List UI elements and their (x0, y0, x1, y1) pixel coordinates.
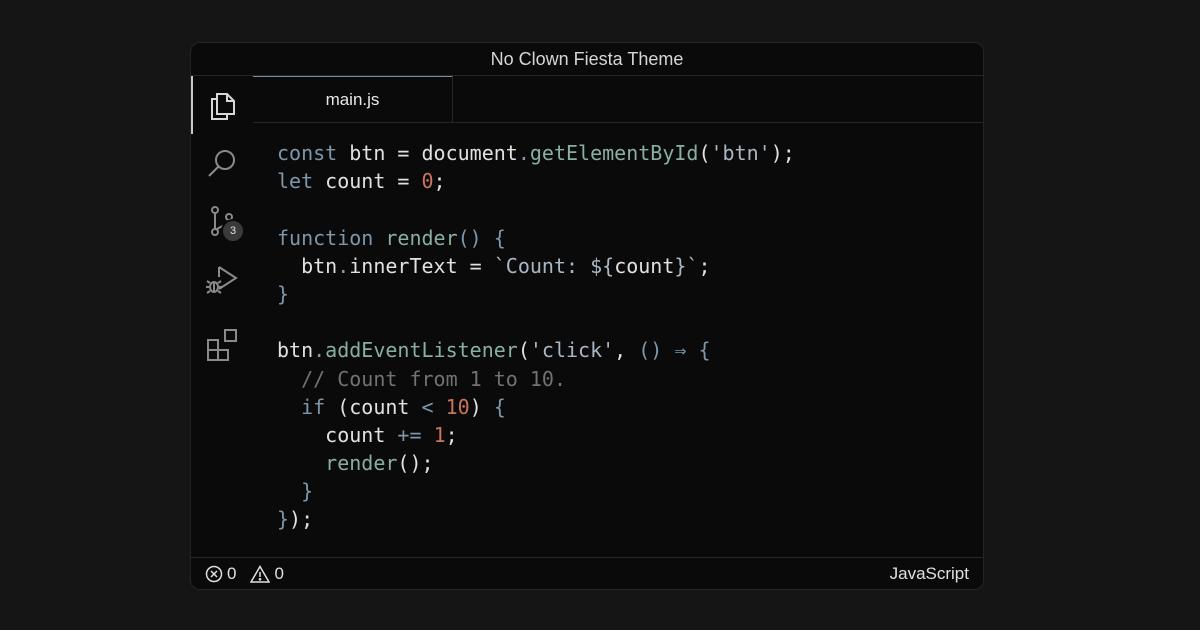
code-line: btn.addEventListener('click', () ⇒ { (277, 336, 795, 364)
code-token: btn = document (337, 141, 518, 165)
code-token: btn (277, 253, 338, 278)
code-token: count = (313, 169, 422, 194)
code-token: let (277, 169, 314, 194)
code-token: 10 (445, 394, 470, 419)
error-icon (205, 565, 223, 583)
activity-bar: 3 (191, 76, 253, 558)
code-token: 1 (433, 422, 446, 447)
code-token: count (277, 422, 398, 447)
code-token: 'btn' (710, 141, 771, 165)
activity-run-debug[interactable] (191, 250, 253, 308)
code-line: count += 1; (277, 421, 795, 449)
code-token: innerText = (349, 253, 494, 278)
code-line: render(); (277, 449, 795, 477)
code-token: () { (457, 225, 506, 250)
code-token: { (493, 394, 506, 419)
code-token: 'click' (529, 338, 615, 363)
code-token: 0 (421, 169, 434, 194)
title-bar: No Clown Fiesta Theme (191, 43, 983, 76)
language-label: JavaScript (889, 563, 969, 583)
code-token: }` (674, 253, 699, 278)
code-token: } (277, 281, 290, 306)
activity-source-control[interactable]: 3 (191, 192, 253, 250)
code-token: ( (517, 338, 530, 363)
warning-count: 0 (274, 563, 284, 583)
tab-label: main.js (325, 89, 380, 109)
code-token: `Count: ${ (493, 253, 615, 278)
activity-explorer[interactable] (191, 76, 253, 134)
warning-icon (250, 564, 271, 583)
code-token: . (517, 141, 530, 165)
code-token: getElementById (529, 141, 699, 165)
code-token: . (337, 253, 350, 278)
code-line: }); (277, 505, 795, 533)
code-token: addEventListener (325, 338, 518, 363)
window-title: No Clown Fiesta Theme (490, 48, 684, 69)
code-line: function render() { (277, 224, 795, 252)
code-token: ( (698, 141, 711, 165)
code-line: if (count < 10) { (277, 393, 795, 421)
code-token: ); (289, 507, 314, 532)
code-token: render (325, 451, 398, 476)
code-token: () ⇒ { (638, 338, 711, 363)
code-line: } (277, 477, 795, 505)
files-icon (208, 89, 238, 121)
code-token: function (277, 225, 374, 250)
search-icon (206, 147, 238, 179)
extensions-icon (206, 329, 238, 361)
code-line: // Count from 1 to 10. (277, 365, 795, 393)
code-token: count (614, 253, 675, 278)
code-token: btn (277, 338, 314, 363)
code-token: } (277, 507, 290, 532)
code-token: } (277, 479, 314, 504)
language-mode[interactable]: JavaScript (890, 558, 969, 589)
code-editor[interactable]: const btn = document.getElementById('btn… (277, 139, 795, 534)
activity-extensions[interactable] (191, 316, 253, 374)
code-token: . (313, 338, 326, 363)
run-debug-icon (205, 263, 239, 295)
tab-bar: main.js (253, 76, 983, 123)
code-line: let count = 0; (277, 167, 795, 195)
code-token: ; (698, 253, 711, 278)
code-token: (); (397, 451, 434, 476)
code-line: } (277, 280, 795, 308)
code-token: ); (770, 141, 795, 165)
code-token: ; (433, 169, 446, 194)
problems-indicator[interactable]: 0 0 (205, 558, 284, 589)
error-count: 0 (227, 563, 237, 583)
code-token: (count (325, 394, 422, 419)
code-line: btn.innerText = `Count: ${count}`; (277, 252, 795, 280)
code-token: < (421, 394, 434, 419)
activity-search[interactable] (191, 134, 253, 192)
code-line: const btn = document.getElementById('btn… (277, 139, 795, 167)
code-token: ; (445, 422, 458, 447)
editor-window: No Clown Fiesta Theme 3 main.js const bt… (190, 42, 984, 590)
status-bar: 0 0 JavaScript (191, 557, 983, 589)
code-token: += (397, 422, 422, 447)
code-token: // Count from 1 to 10. (277, 366, 566, 391)
source-control-badge: 3 (221, 219, 245, 243)
code-token: const (277, 141, 338, 165)
code-token: ) (469, 394, 494, 419)
code-token: if (277, 394, 326, 419)
code-token: , (614, 338, 639, 363)
code-token: render (385, 225, 458, 250)
tab-main-js[interactable]: main.js (253, 76, 453, 122)
